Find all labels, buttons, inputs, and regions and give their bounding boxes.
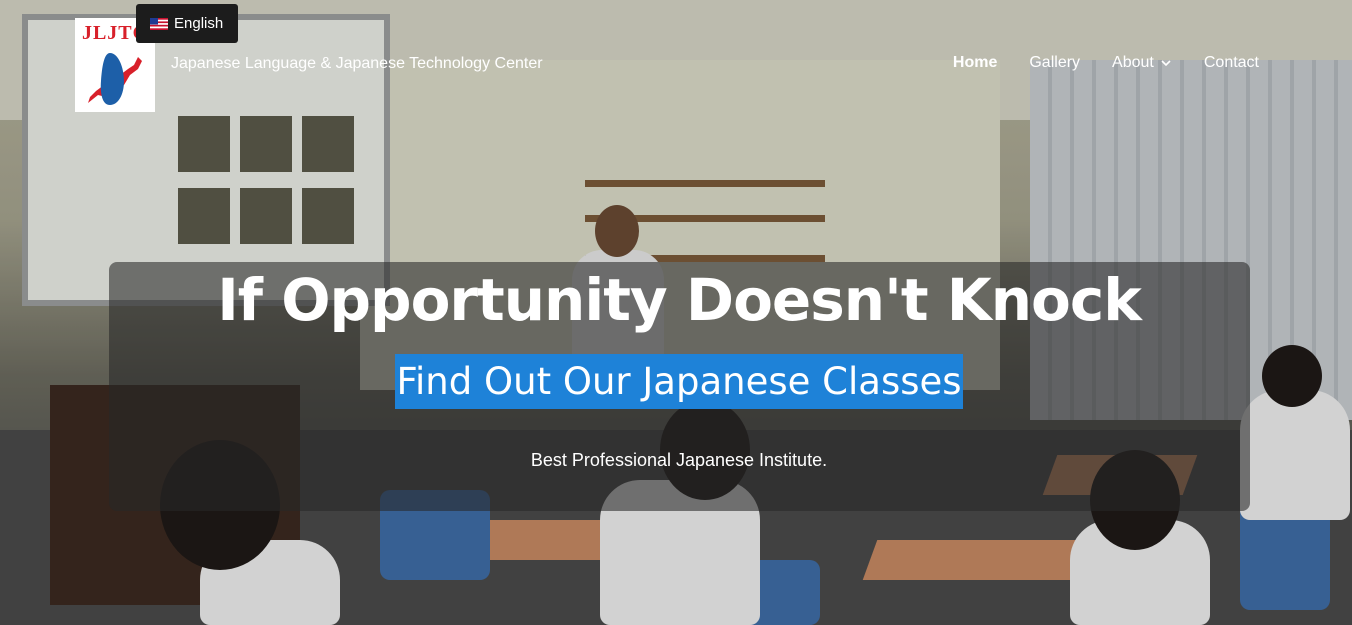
hero-section: JLJTC English Japanese Language & Japane… (0, 0, 1352, 625)
nav-item-about-label: About (1112, 54, 1154, 71)
sri-lanka-japan-map-icon (88, 53, 142, 105)
nav-item-gallery[interactable]: Gallery (1029, 54, 1080, 72)
nav-item-contact[interactable]: Contact (1204, 54, 1259, 72)
language-switcher[interactable]: English (136, 4, 238, 43)
hero-subheadline: Find Out Our Japanese Classes (395, 354, 963, 409)
nav-item-about[interactable]: About (1112, 54, 1172, 72)
main-nav: Home Gallery About Contact (921, 54, 1259, 72)
hero-subheadline-wrap: Find Out Our Japanese Classes (0, 354, 1352, 409)
nav-item-home[interactable]: Home (953, 54, 997, 72)
site-title[interactable]: Japanese Language & Japanese Technology … (171, 55, 543, 73)
chevron-down-icon (1161, 60, 1171, 67)
hero-headline: If Opportunity Doesn't Knock (217, 266, 1142, 334)
hero-tagline: Best Professional Japanese Institute. (530, 450, 828, 470)
language-label: English (174, 15, 224, 32)
us-flag-icon (150, 17, 168, 30)
